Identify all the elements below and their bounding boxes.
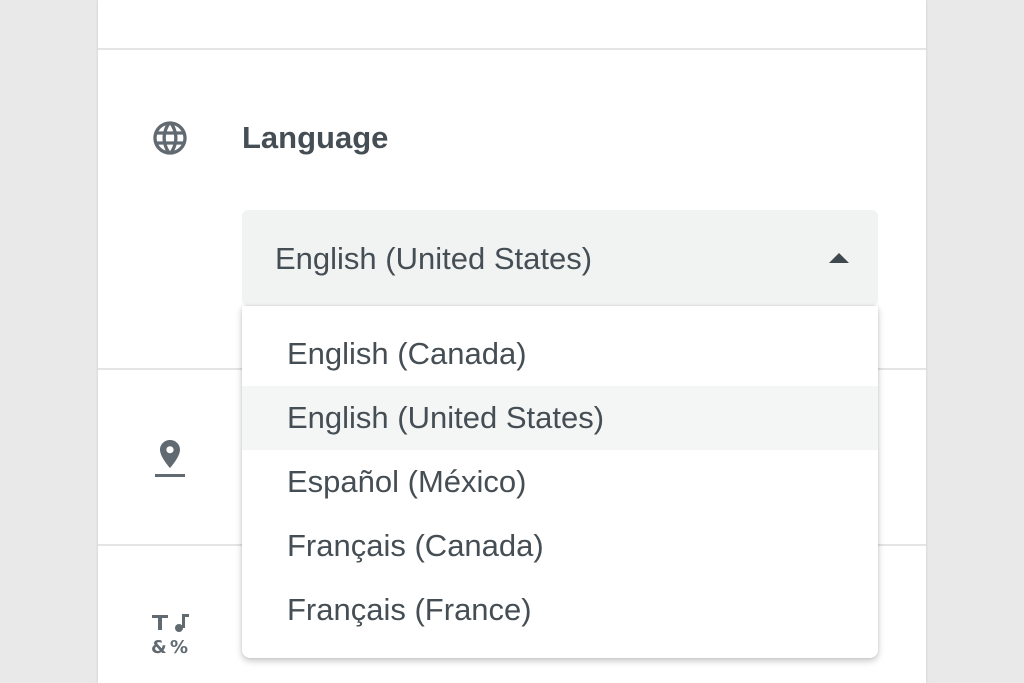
language-select-value: English (United States) (275, 241, 593, 276)
language-select[interactable]: English (United States) (242, 210, 878, 306)
svg-text:&: & (151, 637, 167, 656)
text-format-icon: & % (150, 612, 190, 661)
language-option-francais-canada[interactable]: Français (Canada) (242, 514, 878, 578)
option-label: English (Canada) (287, 336, 527, 371)
language-option-english-united-states[interactable]: English (United States) (242, 386, 878, 450)
option-label: Français (France) (287, 592, 532, 627)
option-label: Français (Canada) (287, 528, 544, 563)
language-option-francais-france[interactable]: Français (France) (242, 578, 878, 642)
language-option-espanol-mexico[interactable]: Español (México) (242, 450, 878, 514)
section-divider (98, 48, 926, 50)
svg-text:%: % (170, 637, 188, 656)
language-dropdown-list: English (Canada) English (United States)… (242, 306, 878, 658)
option-label: Español (México) (287, 464, 527, 499)
globe-icon (150, 118, 190, 163)
language-section-title: Language (242, 120, 389, 155)
location-pin-icon (150, 436, 190, 485)
language-option-english-canada[interactable]: English (Canada) (242, 322, 878, 386)
caret-up-icon (829, 253, 849, 263)
option-label: English (United States) (287, 400, 605, 435)
